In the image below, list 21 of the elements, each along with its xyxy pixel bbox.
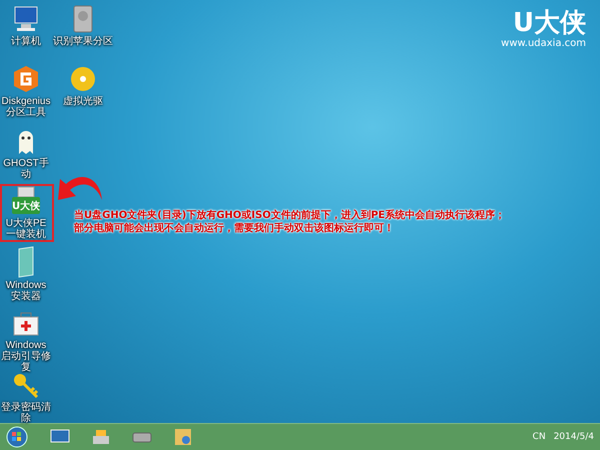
logo-brand: U大侠 <box>512 8 586 38</box>
desktop-icon-label[interactable]: 识别苹果分区 <box>53 36 113 47</box>
monitor-icon[interactable] <box>50 429 70 445</box>
desktop-icon-label[interactable]: Windows启动引导修复 <box>1 340 51 373</box>
hard-drive-icon[interactable] <box>132 430 152 444</box>
annotation-text: 当U盘GHO文件夹(目录)下放有GHO或ISO文件的前提下，进入到PE系统中会自动执行该程序； <box>74 209 506 222</box>
start-button[interactable] <box>6 426 28 448</box>
desktop-icon-label[interactable]: Diskgenius分区工具 <box>1 96 51 118</box>
printer-icon[interactable] <box>92 428 110 446</box>
desktop-icon-label[interactable]: 虚拟光驱 <box>63 96 103 107</box>
letter-g-icon <box>11 64 41 94</box>
clock-date[interactable]: 2014/5/4 <box>554 432 594 442</box>
desktop-icon-label[interactable]: U大侠PE一键装机 <box>1 218 51 240</box>
disc-icon <box>68 64 98 94</box>
annotation-text: 部分电脑可能会出现不会自动运行，需要我们手动双击该图标运行即可！ <box>74 222 395 235</box>
language-indicator[interactable]: CN <box>532 432 546 442</box>
desktop-icon-label[interactable]: 登录密码清除 <box>1 402 51 424</box>
logo-url: www.udaxia.com <box>501 38 586 49</box>
desktop-icon-label[interactable]: 计算机 <box>11 36 41 47</box>
desktop-icon-label[interactable]: GHOST手动 <box>1 158 51 180</box>
desktop-icon-label[interactable]: Windows安装器 <box>1 280 51 302</box>
